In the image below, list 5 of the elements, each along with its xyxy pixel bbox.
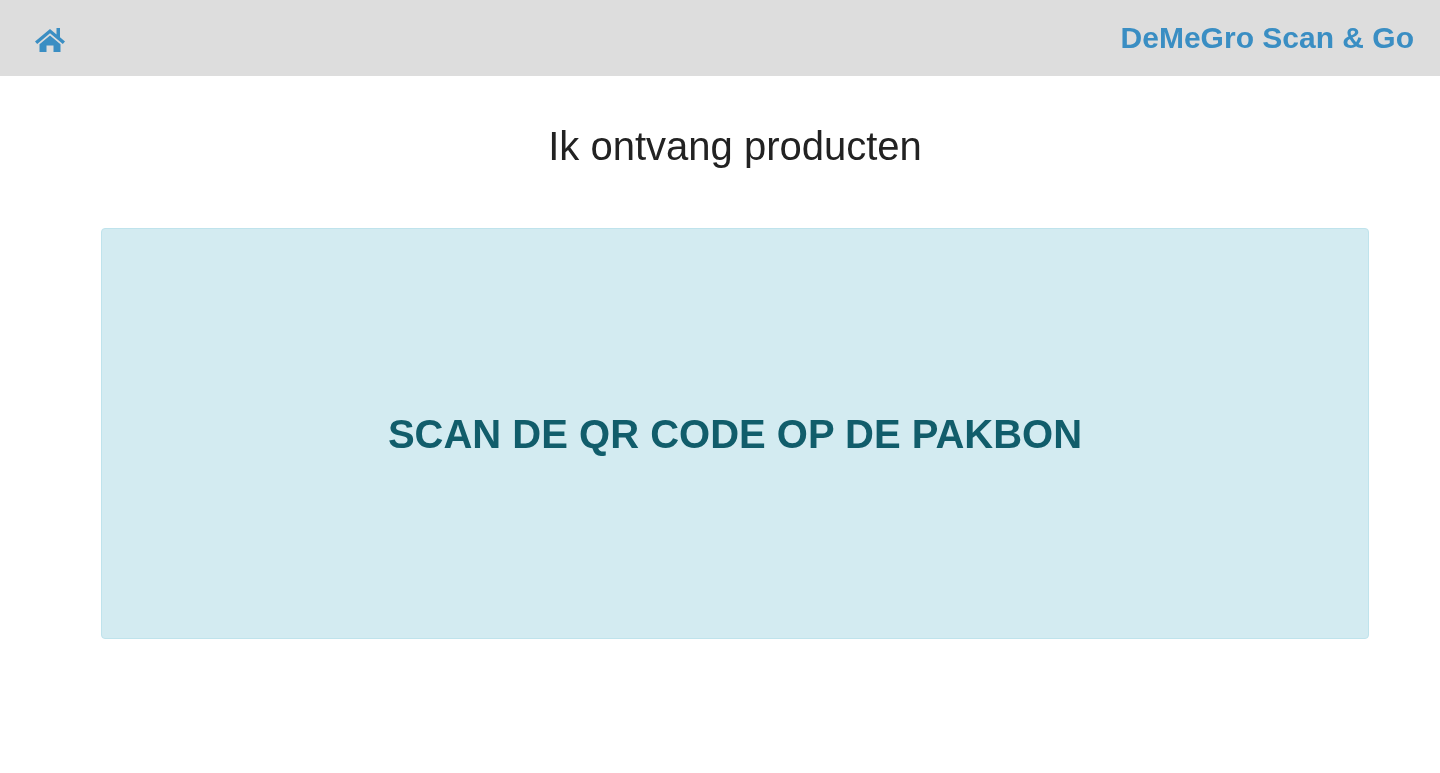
- home-icon: [33, 25, 67, 52]
- home-button[interactable]: [33, 25, 67, 52]
- app-title: DeMeGro Scan & Go: [1120, 21, 1414, 55]
- scan-instruction: SCAN DE QR CODE OP DE PAKBON: [387, 410, 1083, 457]
- page-heading: Ik ontvang producten: [547, 123, 923, 170]
